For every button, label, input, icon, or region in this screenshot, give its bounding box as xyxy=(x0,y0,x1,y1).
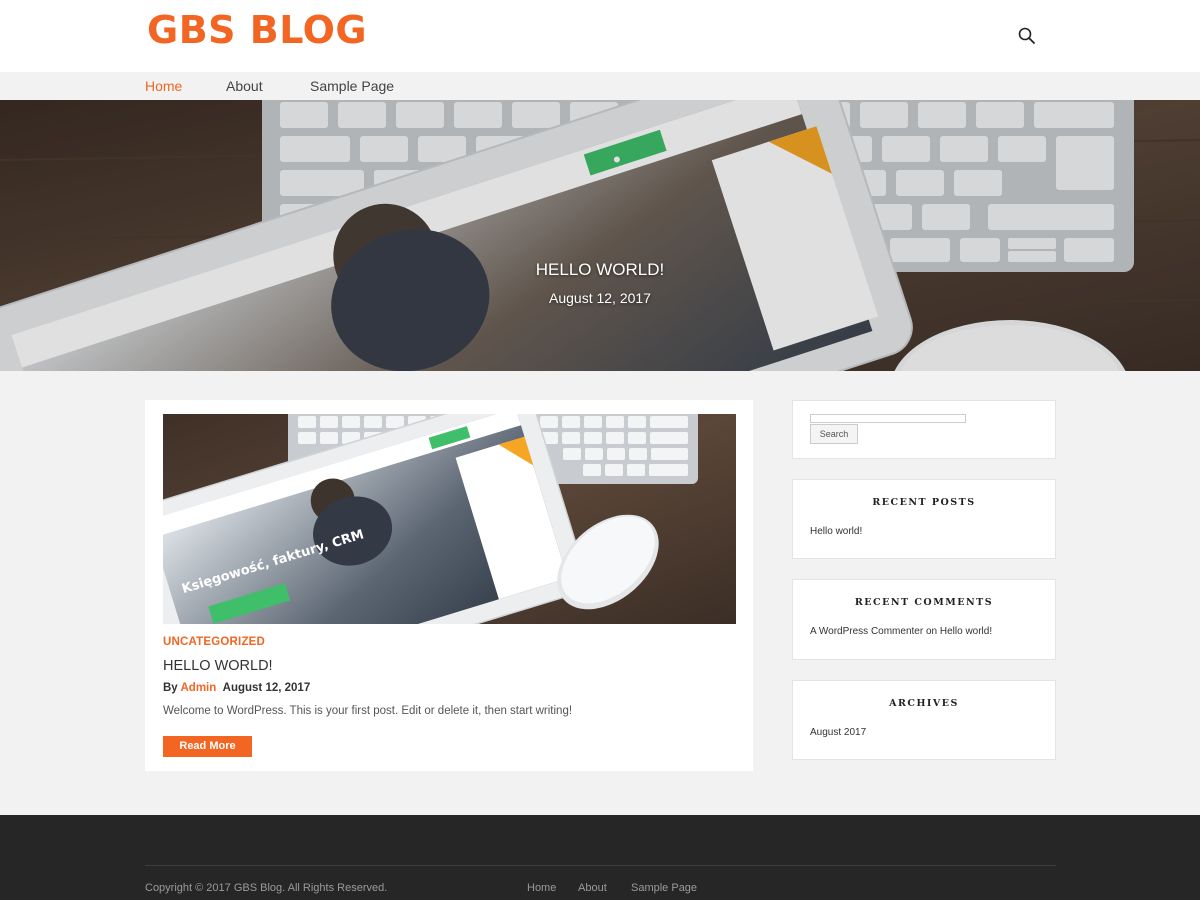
search-widget: Search xyxy=(792,400,1056,459)
hero-title[interactable]: HELLO WORLD! xyxy=(0,260,1200,280)
recent-comment: A WordPress Commenter on Hello world! xyxy=(810,626,992,637)
recent-comments-title: RECENT COMMENTS xyxy=(854,597,994,608)
hero-date: August 12, 2017 xyxy=(549,290,651,306)
post-meta: By Admin August 12, 2017 xyxy=(163,682,310,694)
hero-banner: ść, faktury, CRM HELLO WORLD! August 12,… xyxy=(0,100,1200,371)
post-category-link[interactable]: UNCATEGORIZED xyxy=(163,636,265,648)
read-more-button[interactable]: Read More xyxy=(163,736,252,757)
archives-widget: ARCHIVES August 2017 xyxy=(792,680,1056,760)
nav-item-about[interactable]: About xyxy=(226,78,263,94)
footer-link-about[interactable]: About xyxy=(578,882,607,894)
site-header: GBS BLOG xyxy=(0,0,1200,72)
recent-posts-widget: RECENT POSTS Hello world! xyxy=(792,479,1056,559)
search-button[interactable]: Search xyxy=(810,424,858,444)
post-by-label: By xyxy=(163,682,178,694)
site-title[interactable]: GBS BLOG xyxy=(147,8,367,52)
main-nav: Home About Sample Page xyxy=(0,72,1200,100)
footer-link-sample-page[interactable]: Sample Page xyxy=(631,882,697,894)
recent-comments-widget: RECENT COMMENTS A WordPress Commenter on… xyxy=(792,579,1056,660)
comment-post-link[interactable]: Hello world! xyxy=(940,626,992,637)
footer-divider xyxy=(145,865,1056,866)
search-input[interactable] xyxy=(810,414,966,423)
hero-image: ść, faktury, CRM xyxy=(0,100,1200,371)
archive-link[interactable]: August 2017 xyxy=(810,727,866,738)
recent-posts-title: RECENT POSTS xyxy=(872,497,976,508)
comment-author-link[interactable]: A WordPress Commenter xyxy=(810,626,923,637)
copyright-text: Copyright © 2017 GBS Blog. All Rights Re… xyxy=(145,882,388,894)
post-thumbnail[interactable]: Księgowość, faktury, CRM xyxy=(163,414,736,624)
post-date: August 12, 2017 xyxy=(222,682,311,694)
archives-title: ARCHIVES xyxy=(889,698,959,709)
nav-item-home[interactable]: Home xyxy=(145,78,182,94)
post-title[interactable]: HELLO WORLD! xyxy=(163,658,273,674)
recent-post-link[interactable]: Hello world! xyxy=(810,526,862,537)
search-icon[interactable] xyxy=(1016,25,1038,47)
post-author-link[interactable]: Admin xyxy=(180,682,216,694)
site-footer: Copyright © 2017 GBS Blog. All Rights Re… xyxy=(0,815,1200,900)
nav-item-sample-page[interactable]: Sample Page xyxy=(310,78,394,94)
comment-on-label: on xyxy=(925,626,938,637)
post-excerpt: Welcome to WordPress. This is your first… xyxy=(163,705,573,717)
post-card: Księgowość, faktury, CRM UNCATEGORIZED H… xyxy=(145,400,753,771)
footer-link-home[interactable]: Home xyxy=(527,882,556,894)
